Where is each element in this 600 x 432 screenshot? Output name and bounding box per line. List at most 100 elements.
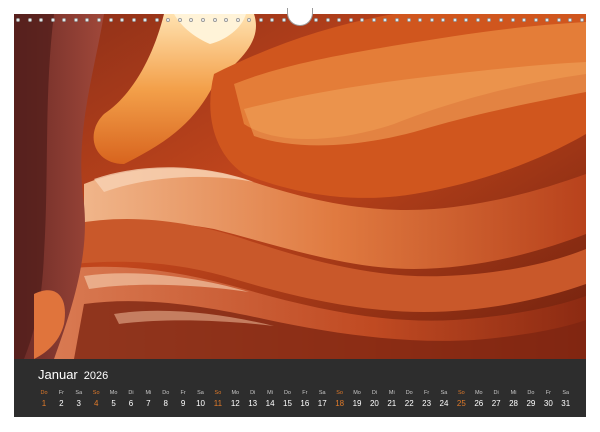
binding-hole (131, 18, 136, 22)
day-number: 26 (474, 399, 484, 408)
binding-hole (406, 18, 411, 22)
binding-hole (166, 18, 171, 22)
binding-hole (314, 18, 318, 22)
day-number: 1 (41, 399, 47, 408)
day-number: 27 (491, 399, 501, 408)
day-number: 14 (265, 399, 275, 408)
day-cell: Mi 21 (384, 389, 400, 411)
binding-hole (510, 18, 515, 22)
day-cell: Mi 28 (506, 389, 522, 411)
weekday-label: Sa (440, 390, 448, 396)
binding-hole (212, 18, 217, 22)
binding-hole (120, 18, 125, 22)
binding-hole (533, 18, 538, 22)
weekday-label: Mo (109, 390, 118, 396)
binding-hole (487, 18, 492, 22)
weekday-label: Sa (318, 390, 326, 396)
weekday-label: Sa (75, 390, 83, 396)
day-cell: Fr 16 (297, 389, 313, 411)
binding-hole (371, 18, 376, 22)
binding-hole (545, 18, 550, 22)
weekday-label: Di (371, 390, 378, 396)
day-number: 15 (283, 399, 292, 408)
year: 2026 (83, 370, 109, 382)
day-cell: Di 20 (366, 389, 382, 411)
canyon-photo (14, 14, 586, 359)
day-cell: Do 15 (279, 389, 295, 411)
day-number: 10 (196, 399, 205, 408)
weekday-label: Do (527, 390, 535, 396)
binding-hole (73, 18, 78, 22)
day-cell: Sa 17 (314, 389, 330, 411)
day-number: 4 (93, 399, 99, 408)
weekday-label: So (92, 390, 100, 396)
weekday-label: Do (162, 390, 170, 396)
day-number: 5 (111, 399, 116, 408)
month-name: Januar (38, 367, 78, 382)
binding-hole (337, 18, 342, 22)
day-cell: Sa 3 (71, 389, 87, 411)
binding-hole (96, 18, 101, 22)
binding-hole (154, 18, 159, 22)
binding-hole (62, 18, 67, 22)
binding-hole (568, 18, 573, 22)
day-number: 16 (300, 399, 310, 408)
binding-hole (270, 18, 275, 22)
weekday-label: Fr (423, 390, 430, 396)
binding-hole (16, 18, 20, 22)
weekday-label: Mo (353, 390, 361, 396)
binding-hole (258, 18, 263, 22)
binding-hole (224, 18, 229, 22)
day-number: 22 (404, 399, 414, 408)
binding-hole (464, 18, 469, 22)
binding-hole (39, 18, 44, 22)
day-number: 20 (369, 399, 379, 408)
weekday-label: Do (405, 390, 413, 396)
day-cell: Mo 12 (227, 389, 243, 411)
weekday-label: Di (128, 390, 134, 396)
day-cell: Di 13 (245, 389, 261, 411)
binding-hole (556, 18, 561, 22)
day-number: 8 (163, 399, 168, 408)
binding-hole (394, 18, 399, 22)
weekday-label: Fr (545, 390, 551, 396)
day-number: 24 (439, 399, 449, 408)
binding-hole (85, 18, 90, 22)
day-cell: Sa 24 (436, 389, 452, 411)
binding-hole (452, 18, 457, 22)
month-heading: Januar 2026 (38, 367, 108, 385)
day-cell: Mi 7 (140, 389, 156, 411)
binding-hole (281, 18, 286, 22)
day-cell: Sa 10 (193, 389, 209, 411)
day-cell: Fr 2 (53, 389, 69, 411)
days-grid: Do 1 Fr 2 Sa 3 So 4 Mo 5 Di 6 Mi 7 Do 8 Fr 9 Sa 10 So 11 Mo 12 D… (36, 389, 574, 411)
day-cell: Mo 5 (106, 389, 122, 411)
day-cell: Mi 14 (262, 389, 278, 411)
weekday-label: So (458, 390, 465, 396)
day-cell: Fr 23 (419, 389, 435, 411)
calendar-strip: Januar 2026 Do 1 Fr 2 Sa 3 So 4 Mo 5 Di 6 Mi 7 Do 8 Fr 9 S… (14, 359, 586, 417)
day-cell: Di 6 (123, 389, 139, 411)
day-cell: So 11 (210, 389, 226, 411)
weekday-label: Mi (388, 390, 395, 396)
binding-hole (177, 18, 182, 22)
weekday-label: Sa (562, 390, 570, 396)
weekday-label: Fr (58, 390, 64, 396)
binding-hole (143, 18, 148, 22)
weekday-label: Do (283, 390, 291, 396)
day-number: 2 (59, 399, 64, 408)
binding-hole (50, 18, 55, 22)
binding-hole (441, 18, 446, 22)
weekday-label: Do (40, 390, 48, 396)
binding-hole (475, 18, 480, 22)
day-cell: Mo 26 (471, 389, 487, 411)
binding-hole (522, 18, 527, 22)
day-cell: So 18 (332, 389, 348, 411)
day-cell: Fr 9 (175, 389, 191, 411)
day-number: 12 (230, 399, 240, 408)
day-number: 11 (213, 399, 223, 408)
binding-hole (579, 18, 584, 22)
day-cell: Mo 19 (349, 389, 365, 411)
calendar-page: Januar 2026 Do 1 Fr 2 Sa 3 So 4 Mo 5 Di 6 Mi 7 Do 8 Fr 9 S… (0, 0, 600, 432)
binding-hole (189, 18, 194, 22)
